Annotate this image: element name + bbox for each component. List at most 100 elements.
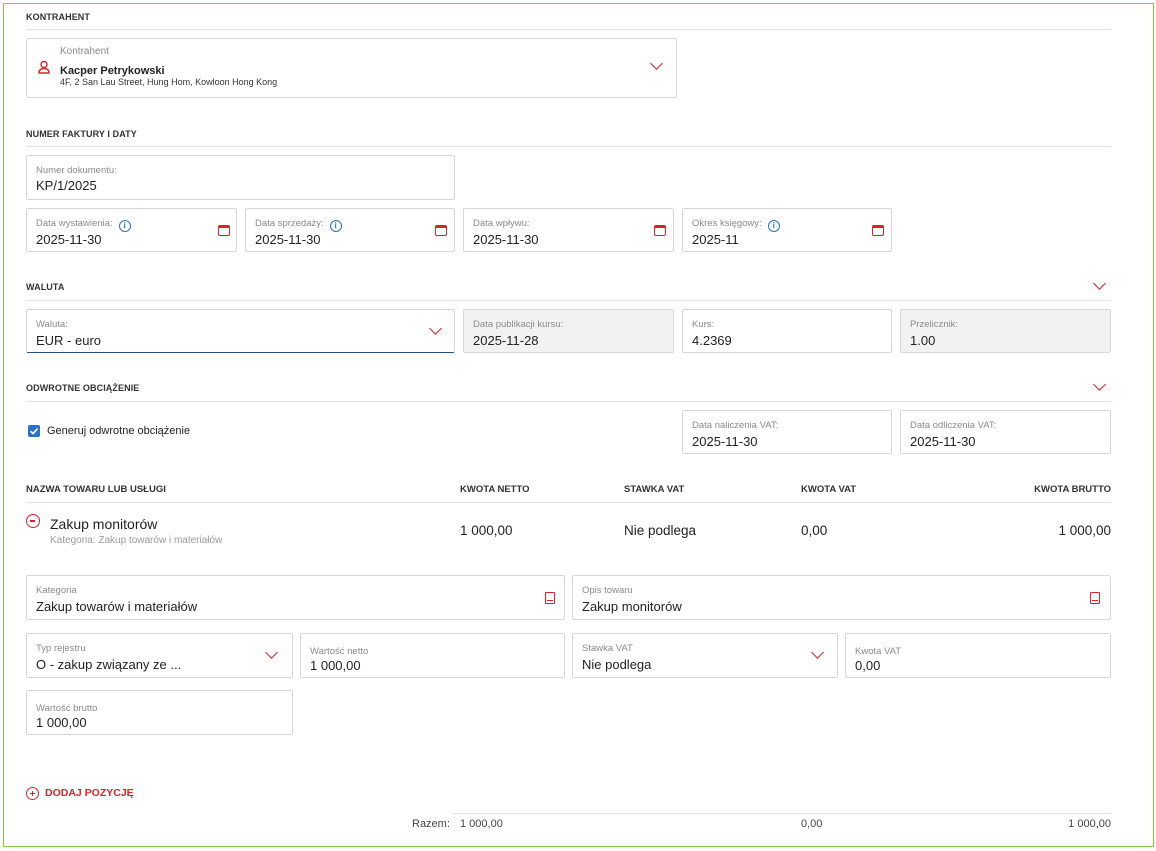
exchange-rate-label: Kurs:: [692, 319, 715, 330]
divider: [26, 146, 1111, 147]
rate-publication-date-label: Data publikacji kursu:: [473, 319, 564, 330]
vat-charge-date-label: Data naliczenia VAT:: [692, 420, 779, 431]
sale-date-field[interactable]: Data sprzedaży: i 2025-11-30: [245, 208, 455, 252]
register-type-select[interactable]: Typ rejestru O - zakup związany ze ...: [26, 633, 293, 678]
exchange-rate-field[interactable]: Kurs: 4.2369: [682, 309, 892, 353]
sale-date-label: Data sprzedaży:: [255, 218, 324, 229]
converter-label: Przelicznik:: [910, 319, 959, 330]
net-value-field[interactable]: Wartość netto 1 000,00: [300, 633, 565, 678]
issue-date-field[interactable]: Data wystawienia: i 2025-11-30: [26, 208, 237, 252]
person-icon: [38, 60, 50, 74]
rate-publication-date-field: Data publikacji kursu: 2025-11-28: [463, 309, 674, 353]
vat-charge-date-value[interactable]: 2025-11-30: [692, 434, 758, 449]
category-label: Kategoria: [36, 585, 77, 596]
rate-publication-date-value: 2025-11-28: [473, 333, 539, 348]
contractor-address: 4F, 2 San Lau Street, Hung Hom, Kowloon …: [60, 77, 278, 87]
contractor-name: Kacper Petrykowski: [60, 65, 165, 77]
section-title-waluta: WALUTA: [26, 282, 65, 292]
document-number-field[interactable]: Numer dokumentu: KP/1/2025: [26, 155, 455, 200]
gross-value-field[interactable]: Wartość brutto 1 000,00: [26, 690, 293, 735]
calendar-icon[interactable]: [435, 225, 447, 236]
vat-amount-field[interactable]: Kwota VAT 0,00: [845, 633, 1111, 678]
section-title-kontrahent: KONTRAHENT: [26, 12, 90, 22]
receipt-date-field[interactable]: Data wpływu: 2025-11-30: [463, 208, 674, 252]
col-header-brutto: KWOTA BRUTTO: [1034, 484, 1111, 495]
gross-value-value[interactable]: 1 000,00: [36, 715, 87, 730]
vat-deduct-date-field[interactable]: Data odliczenia VAT: 2025-11-30: [900, 410, 1111, 454]
vat-deduct-date-value[interactable]: 2025-11-30: [910, 434, 976, 449]
chevron-down-icon[interactable]: [265, 646, 278, 659]
totals-label: Razem:: [412, 818, 450, 830]
chevron-down-icon[interactable]: [650, 57, 663, 70]
col-header-vat: KWOTA VAT: [801, 484, 857, 495]
calendar-icon[interactable]: [654, 225, 666, 236]
description-value[interactable]: Zakup monitorów: [582, 599, 682, 614]
receipt-date-value[interactable]: 2025-11-30: [473, 232, 539, 247]
chevron-down-icon[interactable]: [429, 322, 442, 335]
currency-label: Waluta:: [36, 319, 68, 330]
info-icon[interactable]: i: [118, 220, 131, 232]
contractor-select[interactable]: Kontrahent Kacper Petrykowski 4F, 2 San …: [26, 38, 677, 98]
row-vat: 0,00: [801, 523, 828, 538]
col-header-rate: STAWKA VAT: [624, 484, 685, 495]
info-icon[interactable]: i: [767, 220, 780, 232]
gross-value-label: Wartość brutto: [36, 703, 98, 714]
issue-date-label: Data wystawienia:: [36, 218, 113, 229]
col-header-netto: KWOTA NETTO: [460, 484, 530, 495]
totals-netto: 1 000,00: [460, 818, 503, 830]
divider: [26, 401, 1111, 402]
book-icon[interactable]: [1090, 592, 1100, 604]
row-rate: Nie podlega: [624, 523, 697, 538]
row-netto: 1 000,00: [460, 523, 513, 538]
vat-charge-date-field[interactable]: Data naliczenia VAT: 2025-11-30: [682, 410, 892, 454]
description-label: Opis towaru: [582, 585, 633, 596]
description-field[interactable]: Opis towaru Zakup monitorów: [572, 575, 1111, 620]
vat-rate-label: Stawka VAT: [582, 643, 633, 654]
vat-rate-select[interactable]: Stawka VAT Nie podlega: [572, 633, 838, 678]
net-value-label: Wartość netto: [310, 646, 369, 657]
calendar-icon[interactable]: [872, 225, 884, 236]
issue-date-value[interactable]: 2025-11-30: [36, 232, 102, 247]
accounting-period-value[interactable]: 2025-11: [692, 232, 739, 247]
add-position-button[interactable]: DODAJ POZYCJĘ: [45, 787, 134, 799]
document-number-label: Numer dokumentu:: [36, 165, 117, 176]
converter-field: Przelicznik: 1.00: [900, 309, 1111, 353]
converter-value: 1.00: [910, 333, 936, 348]
totals-brutto: 1 000,00: [1068, 818, 1111, 830]
divider: [26, 502, 1111, 503]
receipt-date-label: Data wpływu:: [473, 218, 530, 229]
totals-vat: 0,00: [801, 818, 823, 830]
add-position-icon[interactable]: [26, 787, 39, 800]
vat-deduct-date-label: Data odliczenia VAT:: [910, 420, 997, 431]
vat-amount-label: Kwota VAT: [855, 646, 902, 657]
row-brutto: 1 000,00: [1058, 523, 1111, 538]
divider: [26, 29, 1111, 30]
reverse-charge-checkbox[interactable]: [28, 425, 40, 437]
divider: [452, 813, 1111, 814]
accounting-period-field[interactable]: Okres księgowy: i 2025-11: [682, 208, 892, 252]
document-number-value[interactable]: KP/1/2025: [36, 178, 97, 193]
book-icon[interactable]: [545, 592, 555, 604]
info-icon[interactable]: i: [329, 220, 342, 232]
vat-amount-value[interactable]: 0,00: [855, 658, 880, 673]
category-field[interactable]: Kategoria Zakup towarów i materiałów: [26, 575, 565, 620]
exchange-rate-value[interactable]: 4.2369: [692, 333, 732, 348]
currency-value[interactable]: EUR - euro: [36, 333, 101, 348]
vat-rate-value[interactable]: Nie podlega: [582, 657, 651, 672]
chevron-down-icon[interactable]: [811, 646, 824, 659]
row-item-name: Zakup monitorów: [50, 516, 158, 532]
register-type-label: Typ rejestru: [36, 643, 86, 654]
sale-date-value[interactable]: 2025-11-30: [255, 232, 321, 247]
accounting-period-label: Okres księgowy:: [692, 218, 762, 229]
category-value[interactable]: Zakup towarów i materiałów: [36, 599, 197, 614]
calendar-icon[interactable]: [218, 225, 230, 236]
currency-select[interactable]: Waluta: EUR - euro: [26, 309, 455, 353]
net-value-value[interactable]: 1 000,00: [310, 658, 361, 673]
contractor-label: Kontrahent: [60, 46, 109, 57]
divider: [26, 300, 1111, 301]
remove-row-icon[interactable]: [26, 514, 40, 528]
register-type-value[interactable]: O - zakup związany ze ...: [36, 657, 181, 672]
row-item-category: Kategoria: Zakup towarów i materiałów: [50, 535, 223, 546]
section-title-odwrotne: ODWROTNE OBCIĄŻENIE: [26, 383, 140, 393]
reverse-charge-label[interactable]: Generuj odwrotne obciążenie: [47, 425, 190, 437]
